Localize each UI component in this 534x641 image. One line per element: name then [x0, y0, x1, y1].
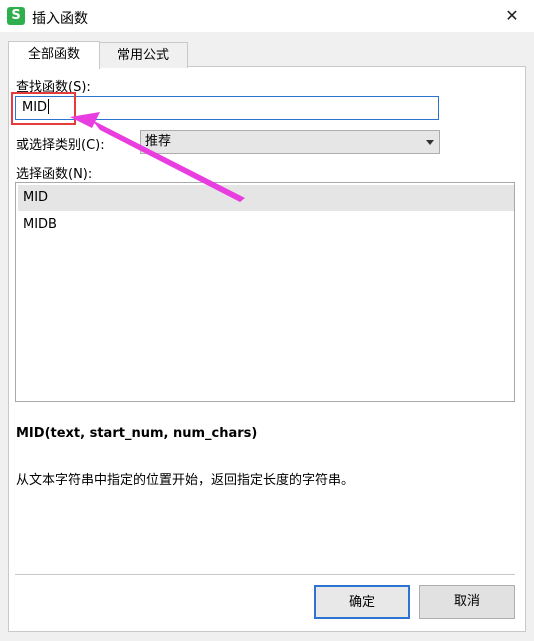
ok-button[interactable]: 确定 — [314, 585, 410, 619]
close-icon[interactable]: ✕ — [498, 4, 526, 28]
category-select[interactable]: 推荐 — [140, 130, 440, 154]
search-input[interactable]: MID — [15, 96, 439, 120]
cancel-button[interactable]: 取消 — [419, 585, 515, 619]
annotation-highlight-box — [11, 92, 76, 125]
divider — [15, 574, 515, 575]
window-title: 插入函数 — [32, 11, 88, 27]
category-value: 推荐 — [145, 134, 172, 149]
title-bar: S 插入函数 ✕ — [0, 0, 534, 32]
function-signature: MID(text, start_num, num_chars) — [16, 426, 258, 441]
list-item-mid[interactable]: MID — [18, 185, 514, 211]
category-label: 或选择类别(C): — [16, 138, 105, 153]
chevron-down-icon — [426, 140, 434, 145]
app-logo-icon: S — [7, 7, 25, 25]
tab-all-functions[interactable]: 全部函数 — [8, 41, 100, 69]
list-item-midb[interactable]: MIDB — [18, 212, 514, 238]
tab-common-formulas[interactable]: 常用公式 — [98, 42, 188, 68]
function-list-label: 选择函数(N): — [16, 167, 93, 182]
function-list[interactable]: MID MIDB — [15, 182, 515, 402]
function-description: 从文本字符串中指定的位置开始，返回指定长度的字符串。 — [16, 473, 355, 488]
